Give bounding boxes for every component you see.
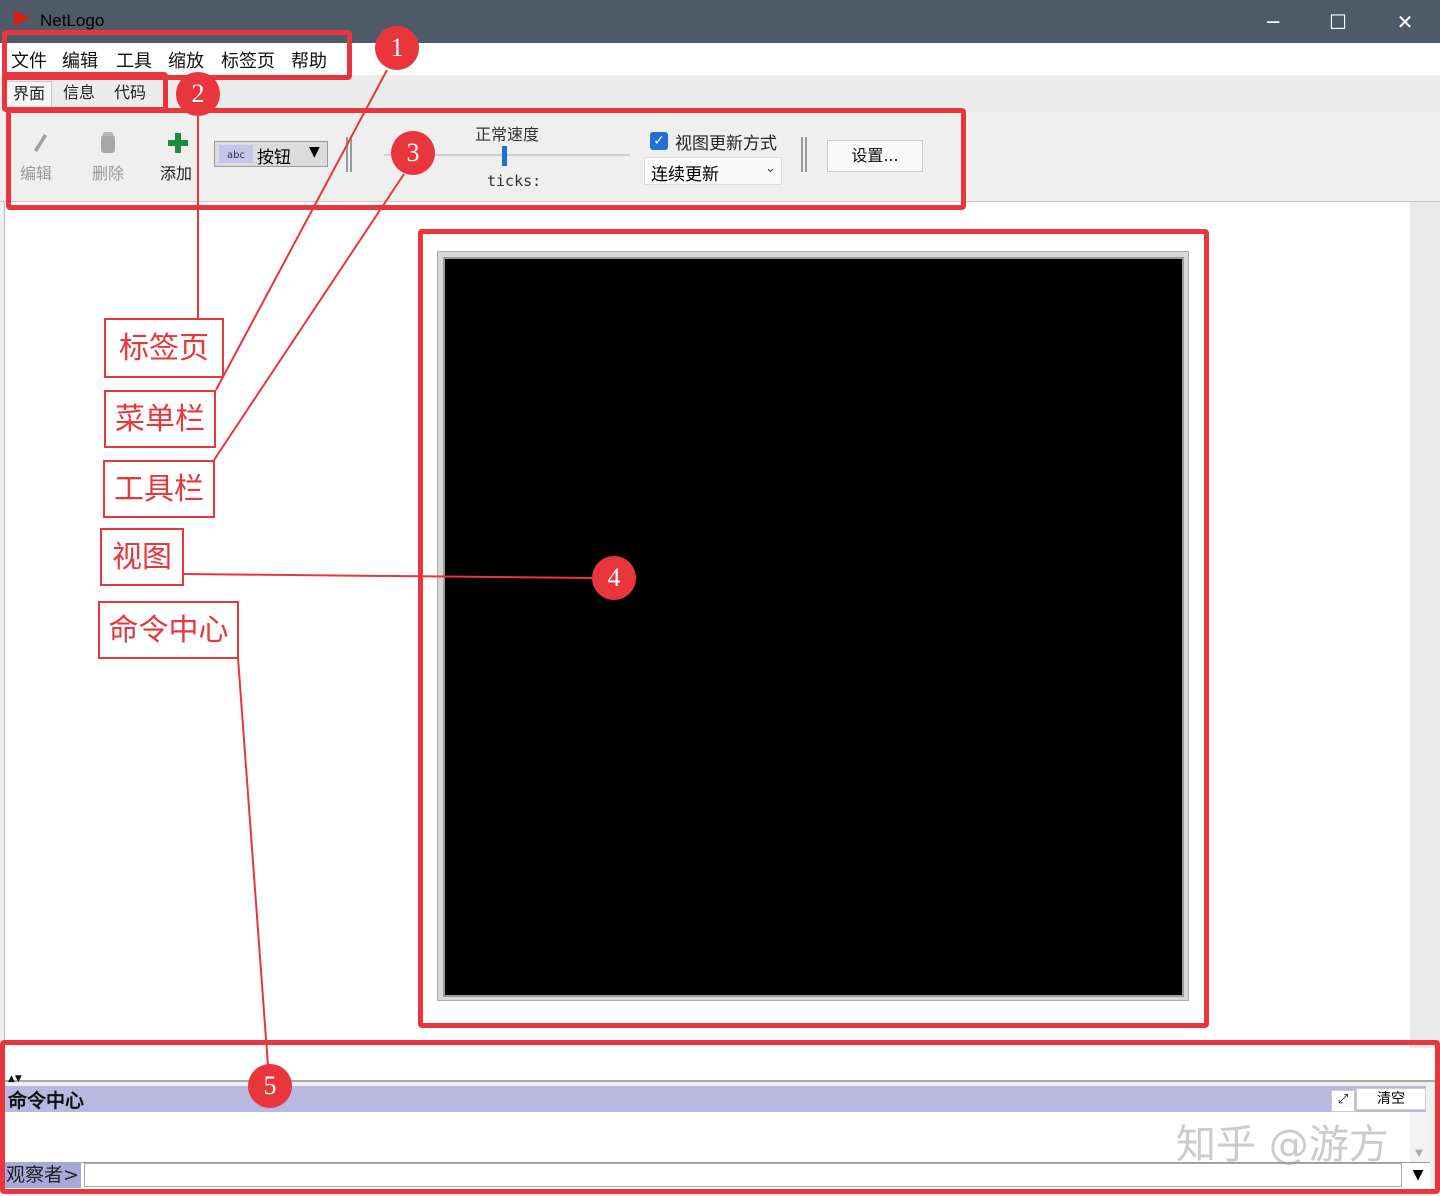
annotation-badge-1: 1 — [375, 26, 419, 70]
callout-menubar: 菜单栏 — [104, 390, 216, 448]
annotation-box-tabs — [2, 72, 168, 112]
annotation-badge-2: 2 — [176, 72, 220, 116]
callout-view: 视图 — [100, 528, 184, 586]
callout-tabs: 标签页 — [104, 318, 224, 378]
callout-command-center: 命令中心 — [98, 601, 239, 659]
annotation-box-toolbar — [6, 108, 966, 210]
callout-toolbar: 工具栏 — [103, 460, 215, 518]
annotation-box-view — [418, 229, 1209, 1028]
annotation-badge-5: 5 — [248, 1064, 292, 1108]
annotation-badge-3: 3 — [391, 131, 435, 175]
annotation-box-command-center — [0, 1040, 1440, 1194]
annotation-badge-4: 4 — [592, 556, 636, 600]
